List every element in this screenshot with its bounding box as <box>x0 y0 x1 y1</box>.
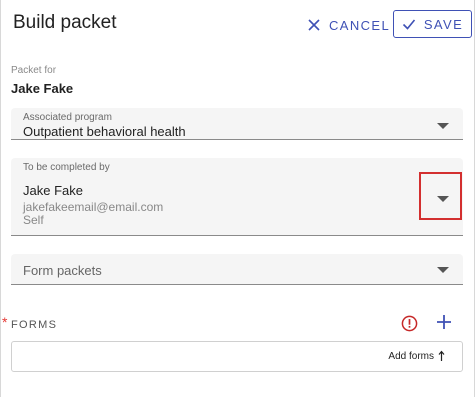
associated-program-select[interactable]: Associated program Outpatient behavioral… <box>11 108 463 140</box>
associated-program-value: Outpatient behavioral health <box>23 124 186 139</box>
cancel-button-label: CANCEL <box>329 17 391 33</box>
completed-by-email: jakefakeemail@email.com <box>23 200 164 214</box>
form-packets-placeholder: Form packets <box>23 263 102 278</box>
dialog: Build packet CANCEL SAVE Packet for Jake… <box>0 0 475 397</box>
packet-for-value: Jake Fake <box>11 81 74 96</box>
completed-by-name: Jake Fake <box>23 183 83 198</box>
save-button-label: SAVE <box>423 16 464 32</box>
associated-program-label: Associated program <box>23 112 112 123</box>
packet-for-label: Packet for <box>11 65 57 76</box>
dialog-title: Build packet <box>13 12 117 33</box>
close-icon <box>308 19 320 31</box>
forms-label: FORMS <box>11 319 58 331</box>
forms-list: Add forms <box>11 341 463 372</box>
completed-by-label: To be completed by <box>23 162 110 173</box>
alert-circle-icon <box>401 315 418 332</box>
dropdown-highlight-box <box>419 172 462 220</box>
required-mark: * <box>2 314 8 330</box>
add-forms-button[interactable]: Add forms <box>388 350 446 362</box>
chevron-down-icon <box>437 267 449 273</box>
cancel-button[interactable]: CANCEL <box>307 12 390 38</box>
chevron-down-icon <box>437 123 449 129</box>
add-forms-label: Add forms <box>388 350 434 362</box>
sort-arrow-icon <box>438 350 445 361</box>
add-icon[interactable] <box>435 313 453 331</box>
form-packets-select[interactable]: Form packets <box>11 254 463 285</box>
save-button[interactable]: SAVE <box>393 10 472 38</box>
completed-by-select[interactable]: To be completed by Jake Fake jakefakeema… <box>11 158 463 236</box>
completed-by-relation: Self <box>23 213 44 227</box>
check-icon <box>402 19 415 30</box>
